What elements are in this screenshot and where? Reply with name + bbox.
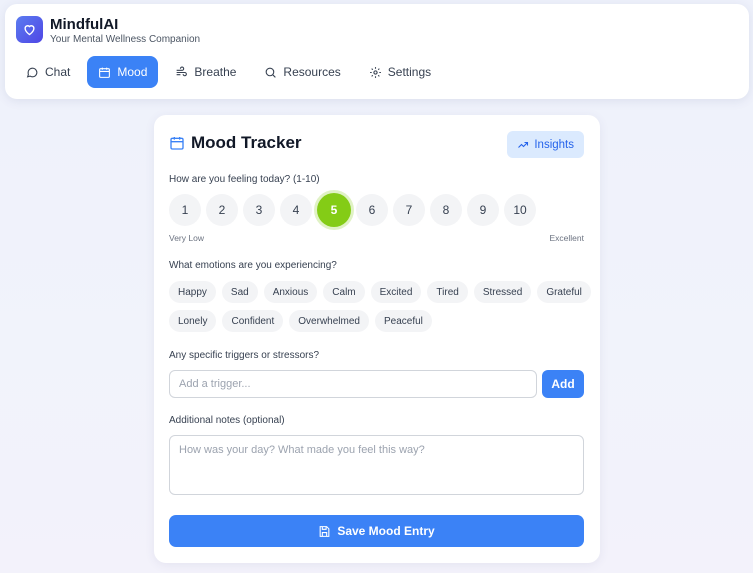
save-mood-entry-button[interactable]: Save Mood Entry	[169, 515, 584, 547]
rating-button[interactable]: 6	[356, 194, 388, 226]
emotion-chip[interactable]: Overwhelmed	[289, 310, 369, 332]
emotion-chip[interactable]: Excited	[370, 281, 422, 303]
app-logo	[16, 16, 43, 43]
emotion-chip[interactable]: Calm	[323, 281, 365, 303]
emotion-chip[interactable]: Happy	[169, 281, 216, 303]
emotion-chips-row-2: Lonely Confident Overwhelmed Peaceful	[169, 310, 589, 332]
tab-mood-label: Mood	[117, 65, 148, 79]
add-trigger-button[interactable]: Add	[542, 370, 584, 398]
rating-button[interactable]: 1	[169, 194, 201, 226]
tab-resources-label: Resources	[283, 65, 341, 79]
tab-breathe-label: Breathe	[194, 65, 237, 79]
rating-button[interactable]: 4	[280, 194, 312, 226]
rating-button[interactable]: 7	[393, 194, 425, 226]
notes-label: Additional notes (optional)	[169, 415, 285, 426]
scale-low-label: Very Low	[169, 233, 204, 243]
insights-button[interactable]: Insights	[507, 131, 584, 158]
mood-tracker-title: Mood Tracker	[191, 133, 302, 152]
emotion-chip[interactable]: Sad	[221, 281, 258, 303]
search-icon	[266, 67, 277, 78]
save-icon	[319, 525, 330, 537]
trending-up-icon	[518, 141, 529, 148]
chat-bubble-icon	[26, 67, 38, 78]
triggers-question: Any specific triggers or stressors?	[169, 350, 320, 361]
emotions-question: What emotions are you experiencing?	[169, 260, 337, 271]
heart-icon	[24, 25, 35, 36]
mood-rating-scale: 1 2 3 4 5 6 7 8 9 10	[169, 193, 536, 227]
trigger-input[interactable]	[169, 370, 537, 398]
wind-icon	[177, 66, 188, 76]
scale-high-label: Excellent	[549, 233, 585, 243]
tab-mood[interactable]: Mood	[87, 56, 159, 88]
emotion-chip[interactable]: Peaceful	[374, 310, 432, 332]
main-nav: Chat Mood Breathe Resources Settings	[15, 56, 442, 88]
calendar-icon	[99, 67, 111, 78]
insights-label: Insights	[534, 138, 574, 151]
emotion-chip[interactable]: Anxious	[263, 281, 318, 303]
emotion-chip[interactable]: Grateful	[537, 281, 591, 303]
calendar-icon	[170, 137, 184, 150]
app-subtitle: Your Mental Wellness Companion	[50, 34, 201, 45]
rating-button[interactable]: 8	[430, 194, 462, 226]
rating-button[interactable]: 2	[206, 194, 238, 226]
tab-breathe[interactable]: Breathe	[164, 56, 247, 88]
notes-field[interactable]	[169, 435, 584, 495]
emotion-chip[interactable]: Tired	[427, 281, 468, 303]
emotion-chip[interactable]: Confident	[222, 310, 284, 332]
tab-resources[interactable]: Resources	[253, 56, 351, 88]
app-header: MindfulAI Your Mental Wellness Companion…	[5, 4, 749, 99]
tab-chat[interactable]: Chat	[15, 56, 81, 88]
app-title: MindfulAI	[50, 16, 119, 33]
rating-question: How are you feeling today? (1-10)	[169, 174, 320, 185]
tab-settings-label: Settings	[387, 65, 432, 79]
emotion-chip[interactable]: Lonely	[169, 310, 217, 332]
tab-chat-label: Chat	[45, 65, 71, 79]
rating-button[interactable]: 9	[467, 194, 499, 226]
rating-button-selected[interactable]: 5	[317, 193, 351, 227]
mood-tracker-header: Mood Tracker	[169, 133, 302, 153]
tab-settings[interactable]: Settings	[358, 56, 442, 88]
emotion-chips-row-1: Happy Sad Anxious Calm Excited Tired Str…	[169, 281, 591, 303]
mood-tracker-card: Mood Tracker Insights How are you feelin…	[154, 115, 600, 563]
rating-button[interactable]: 10	[504, 194, 536, 226]
save-label: Save Mood Entry	[337, 524, 435, 538]
rating-button[interactable]: 3	[243, 194, 275, 226]
emotion-chip[interactable]: Stressed	[473, 281, 532, 303]
gear-icon	[369, 66, 381, 78]
